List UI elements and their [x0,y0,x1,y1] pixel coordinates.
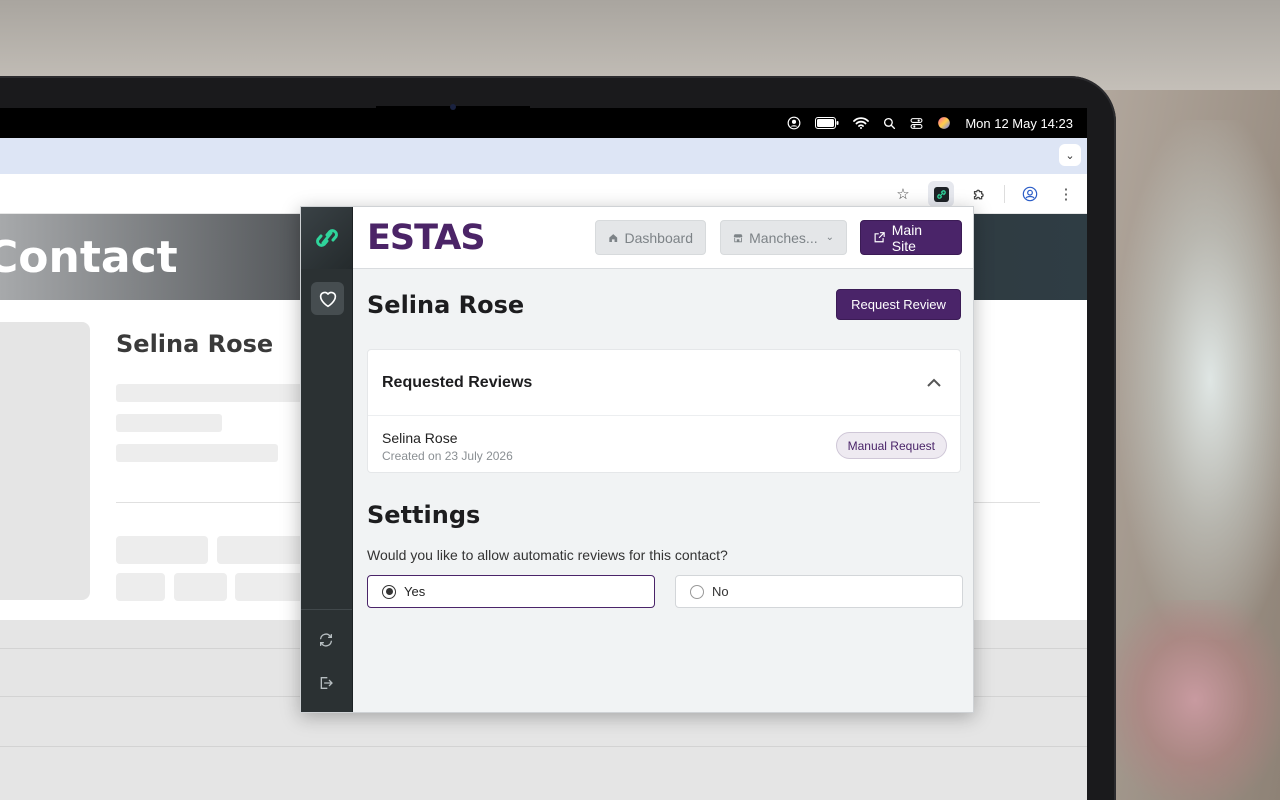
divider [0,746,1087,747]
menubar-clock[interactable]: Mon 12 May 14:23 [965,116,1073,131]
auto-review-yes-option[interactable]: Yes [367,575,655,608]
estas-logo: ESTAS [367,218,486,258]
main-site-label: Main Site [891,221,923,254]
yes-label: Yes [404,584,426,599]
home-icon [609,233,618,242]
estas-extension-popup: ESTAS Dashboard Manches... ⌄ Main Site S… [300,206,974,713]
popup-content: Selina Rose Request Review Requested Rev… [353,269,973,712]
reviews-nav-button[interactable] [311,282,344,315]
kebab-menu-icon[interactable]: ⋮ [1055,183,1077,205]
refresh-button[interactable] [315,629,337,651]
radio-selected-icon[interactable] [382,584,396,599]
dashboard-label: Dashboard [624,229,694,246]
request-review-button[interactable]: Request Review [836,289,961,320]
location-select[interactable]: Manches... ⌄ [720,220,847,255]
skeleton-line [116,384,306,402]
popup-header: ESTAS Dashboard Manches... ⌄ Main Site [353,207,973,269]
skeleton-line [116,414,222,432]
tab-search-button[interactable]: ⌄ [1059,144,1081,166]
control-center-icon[interactable] [910,117,923,130]
link-logo-icon[interactable] [301,207,352,269]
chevron-down-icon: ⌄ [1065,149,1075,162]
skeleton-block [217,536,309,564]
review-type-badge: Manual Request [835,432,947,459]
review-contact-name: Selina Rose [382,430,458,446]
refresh-icon [320,633,332,647]
auto-review-no-option[interactable]: No [675,575,963,608]
popup-sidebar [301,207,353,712]
battery-icon[interactable] [815,117,839,129]
store-icon [733,233,743,242]
background-window-blur [1120,120,1280,640]
camera-notch [376,106,530,134]
puzzle-icon[interactable] [968,183,990,205]
requested-reviews-card: Requested Reviews Selina Rose Created on… [367,349,961,473]
siri-icon[interactable] [937,116,951,130]
radio-unselected-icon[interactable] [690,584,704,599]
contact-photo-placeholder [0,322,90,600]
settings-question: Would you like to allow automatic review… [367,547,728,563]
external-link-icon [874,232,885,243]
logout-button[interactable] [315,672,337,694]
skeleton-line [116,444,278,462]
dashboard-button[interactable]: Dashboard [595,220,706,255]
main-site-button[interactable]: Main Site [860,220,962,255]
contact-name: Selina Rose [367,291,525,319]
profile-icon[interactable] [1019,183,1041,205]
estas-extension-icon [933,186,949,202]
no-label: No [712,584,729,599]
background-plant-blur [1110,600,1280,800]
wifi-icon[interactable] [853,117,870,129]
skeleton-block [116,573,165,601]
camera-lens [450,104,456,110]
browser-tab-strip: ⌄ [0,138,1087,174]
requested-reviews-title: Requested Reviews [382,374,533,391]
macos-menubar: Mon 12 May 14:23 [0,108,1087,138]
contact-name-heading: Selina Rose [116,330,274,358]
settings-title: Settings [367,501,481,529]
location-label: Manches... [749,229,818,246]
requested-reviews-header[interactable]: Requested Reviews [368,350,960,416]
sidebar-divider [301,609,352,610]
skeleton-block [235,573,305,601]
bookmark-star-icon[interactable]: ☆ [892,183,914,205]
estas-extension-button[interactable] [928,181,954,207]
toolbar-separator [1004,185,1005,203]
skeleton-block [116,536,208,564]
skeleton-block [174,573,227,601]
logout-icon [320,677,333,689]
heart-icon [319,291,336,307]
page-title: Contact [0,232,178,283]
chevron-down-icon: ⌄ [825,232,834,243]
search-icon[interactable] [883,117,896,130]
user-icon[interactable] [787,116,801,130]
chevron-up-icon[interactable] [924,372,944,392]
review-created-date: Created on 23 July 2026 [382,449,513,463]
